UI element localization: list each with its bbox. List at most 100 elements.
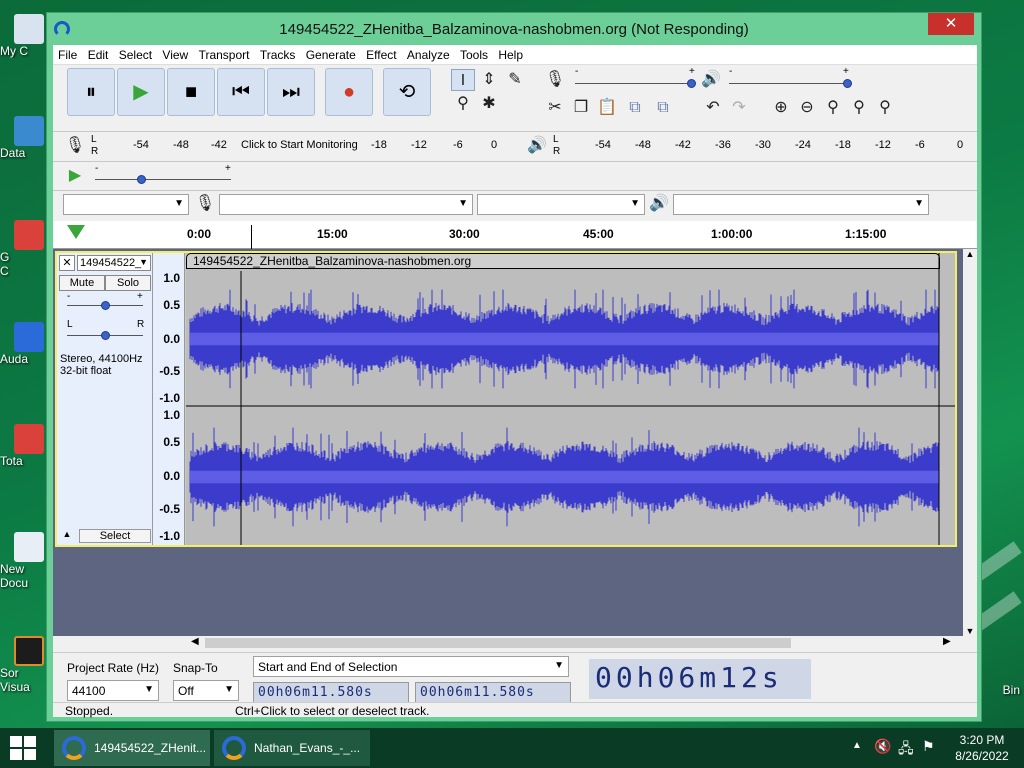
audio-host-select[interactable]: ▼ xyxy=(63,194,189,215)
timeline-ruler[interactable]: 0:00 15:00 30:00 45:00 1:00:00 1:15:00 xyxy=(53,221,977,249)
recording-device-mic-icon: 🎙 xyxy=(194,195,216,212)
taskbar-item-audacity-2[interactable]: Nathan_Evans_-_... xyxy=(214,730,370,766)
gain-slider-thumb[interactable] xyxy=(101,301,110,310)
scroll-left-icon[interactable]: ◀ xyxy=(191,636,199,647)
menu-view[interactable]: View xyxy=(162,45,188,62)
desktop-icon-new-document[interactable]: New Docu xyxy=(0,532,48,590)
desktop-icon-data[interactable]: Data xyxy=(0,116,48,160)
taskbar-item-audacity-1[interactable]: 149454522_ZHenit... xyxy=(54,730,210,766)
record-meter-mic-icon[interactable]: 🎙 xyxy=(63,135,87,157)
trim-button[interactable]: ⧉ xyxy=(623,97,647,119)
redo-button[interactable]: ↷ xyxy=(727,97,751,119)
cut-button[interactable]: ✂ xyxy=(543,97,567,119)
menu-file[interactable]: File xyxy=(58,45,77,62)
scroll-right-icon[interactable]: ▶ xyxy=(943,636,951,647)
zoom-out-button[interactable]: ⊖ xyxy=(795,97,819,119)
desktop-icon-g[interactable]: G C xyxy=(0,220,48,278)
fit-project-button[interactable]: ⚲ xyxy=(847,97,871,119)
zoom-tool-button[interactable]: ⚲ xyxy=(451,93,475,115)
tray-expand-icon[interactable]: ▲ xyxy=(852,740,862,751)
track-select-button[interactable]: Select xyxy=(79,529,151,543)
waveform-display[interactable]: 149454522_ZHenitba_Balzaminova-nashobmen… xyxy=(186,253,955,545)
project-rate-select[interactable]: 44100 ▼ xyxy=(67,680,159,701)
menu-analyze[interactable]: Analyze xyxy=(407,45,450,62)
skip-to-end-button[interactable]: ⏭ xyxy=(267,68,315,116)
play-button[interactable]: ▶ xyxy=(117,68,165,116)
selection-start-time[interactable]: 00h06m11.580s xyxy=(253,682,409,703)
volume-muted-icon[interactable]: 🔇 xyxy=(874,738,891,755)
desktop-icon-my-computer[interactable]: My C xyxy=(0,14,48,58)
amp-label: 1.0 xyxy=(163,271,180,285)
zoom-in-button[interactable]: ⊕ xyxy=(769,97,793,119)
desktop-icon-recycle-bin-label[interactable]: Bin xyxy=(1003,683,1020,697)
recording-channels-select[interactable]: ▼ xyxy=(477,194,645,215)
fit-selection-button[interactable]: ⚲ xyxy=(821,97,845,119)
chevron-down-icon: ▼ xyxy=(630,198,640,209)
mute-button[interactable]: Mute xyxy=(59,275,105,291)
playback-meter[interactable]: -54 -48 -42 -36 -30 -24 -18 -12 -6 0 xyxy=(565,135,965,157)
play-speed-slider-thumb[interactable] xyxy=(137,175,146,184)
solo-button[interactable]: Solo xyxy=(105,275,151,291)
recording-device-select[interactable]: ▼ xyxy=(219,194,473,215)
timeline-play-head-icon[interactable] xyxy=(67,225,85,239)
menu-edit[interactable]: Edit xyxy=(88,45,109,62)
playback-volume-slider-thumb[interactable] xyxy=(843,79,852,88)
silence-button[interactable]: ⧉ xyxy=(651,97,675,119)
stop-button[interactable]: ■ xyxy=(167,68,215,116)
record-meter[interactable]: -54 -48 -42 Click to Start Monitoring -1… xyxy=(103,135,503,157)
close-button[interactable]: ✕ xyxy=(928,13,974,35)
loop-button[interactable]: ⟲ xyxy=(383,68,431,116)
meter-tick: -54 xyxy=(133,139,149,151)
start-button[interactable] xyxy=(10,736,38,760)
scroll-down-icon[interactable]: ▼ xyxy=(963,626,977,636)
pause-button[interactable]: ⏸ xyxy=(67,68,115,116)
scroll-up-icon[interactable]: ▲ xyxy=(963,249,977,259)
title-bar[interactable]: 149454522_ZHenitba_Balzaminova-nashobmen… xyxy=(47,13,981,45)
audio-track[interactable]: ✕ 149454522_ ▼ Mute Solo - + L R Stereo, … xyxy=(55,251,957,547)
selection-tool-button[interactable]: I xyxy=(451,69,475,91)
meter-tick: -36 xyxy=(715,139,731,151)
draw-tool-button[interactable]: ✎ xyxy=(503,69,527,91)
track-close-button[interactable]: ✕ xyxy=(59,255,75,271)
desktop-icon-audacity[interactable]: Auda xyxy=(0,322,48,366)
paste-button[interactable]: 📋 xyxy=(595,97,619,119)
copy-button[interactable]: ❐ xyxy=(569,97,593,119)
track-area[interactable]: ✕ 149454522_ ▼ Mute Solo - + L R Stereo, … xyxy=(53,249,963,636)
play-meter-speaker-icon[interactable]: 🔊 xyxy=(525,135,549,157)
menu-effect[interactable]: Effect xyxy=(366,45,396,62)
skip-to-start-button[interactable]: ⏮ xyxy=(217,68,265,116)
zoom-toggle-button[interactable]: ⚲ xyxy=(873,97,897,119)
playback-volume-slider-track[interactable] xyxy=(729,83,849,84)
track-name-menu[interactable]: 149454522_ ▼ xyxy=(77,255,151,271)
desktop-icon-total[interactable]: Tota xyxy=(0,424,48,468)
menu-help[interactable]: Help xyxy=(498,45,523,62)
desktop-icon-sonic-visualiser[interactable]: Sor Visua xyxy=(0,636,48,694)
play-speed-slider-track[interactable] xyxy=(95,179,231,180)
recording-volume-slider-thumb[interactable] xyxy=(687,79,696,88)
collapse-track-button[interactable]: ▲ xyxy=(59,529,75,543)
record-button[interactable]: ● xyxy=(325,68,373,116)
menu-transport[interactable]: Transport xyxy=(199,45,250,62)
amp-label: 0.0 xyxy=(163,469,180,483)
undo-button[interactable]: ↶ xyxy=(701,97,725,119)
horizontal-scrollbar-thumb[interactable] xyxy=(205,638,791,648)
playback-device-select[interactable]: ▼ xyxy=(673,194,929,215)
recording-volume-slider-track[interactable] xyxy=(575,83,693,84)
envelope-tool-button[interactable]: ⇕ xyxy=(477,69,501,91)
menu-generate[interactable]: Generate xyxy=(306,45,356,62)
play-at-speed-button[interactable]: ▶ xyxy=(63,165,87,187)
network-icon[interactable]: 🖧 xyxy=(898,738,914,762)
menu-tracks[interactable]: Tracks xyxy=(260,45,296,62)
audio-position-display[interactable]: 00h06m12s xyxy=(589,659,811,699)
snap-to-select[interactable]: Off ▼ xyxy=(173,680,239,701)
pan-slider-thumb[interactable] xyxy=(101,331,110,340)
flag-icon[interactable]: ⚑ xyxy=(922,738,935,755)
multi-tool-button[interactable]: ✱ xyxy=(477,93,501,115)
horizontal-scrollbar[interactable]: ◀ ▶ xyxy=(53,636,963,650)
selection-mode-select[interactable]: Start and End of Selection ▼ xyxy=(253,656,569,677)
vertical-scrollbar[interactable]: ▲ ▼ xyxy=(963,249,977,636)
selection-end-time[interactable]: 00h06m11.580s xyxy=(415,682,571,703)
menu-select[interactable]: Select xyxy=(119,45,152,62)
clock[interactable]: 3:20 PM 8/26/2022 xyxy=(950,732,1014,764)
menu-tools[interactable]: Tools xyxy=(460,45,488,62)
